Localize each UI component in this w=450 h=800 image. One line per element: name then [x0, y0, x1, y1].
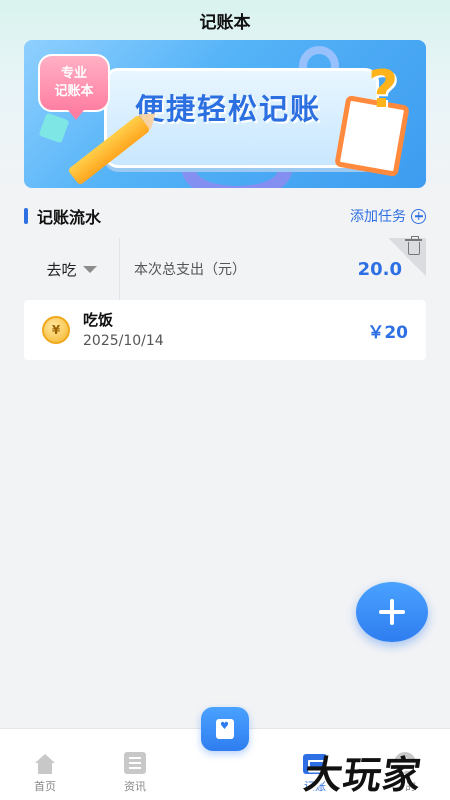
banner-badge-line1: 专业	[60, 66, 87, 81]
page-title: 记账本	[199, 12, 251, 33]
category-value: 去吃	[46, 260, 77, 279]
dropdown-arrow-icon	[82, 265, 97, 273]
yen-coin-icon: ¥	[42, 316, 70, 344]
section-title: 记账流水	[37, 208, 102, 227]
record-date: 2025/10/14	[83, 332, 164, 349]
section-header: 记账流水 添加任务	[24, 204, 426, 228]
question-mark-icon: ?	[368, 60, 399, 120]
delete-button[interactable]	[388, 236, 426, 276]
news-icon	[124, 752, 146, 774]
tab-notebook[interactable]	[180, 707, 270, 800]
watermark: 大玩家	[301, 752, 425, 797]
section-accent-bar	[24, 208, 28, 224]
banner-badge: 专业 记账本	[38, 54, 110, 120]
plus-icon	[379, 599, 405, 625]
record-amount: ￥20	[367, 322, 408, 343]
record-name: 吃饭	[83, 310, 114, 329]
notebook-icon	[216, 719, 234, 739]
total-info: 本次总支出（元） 20.0	[120, 236, 426, 300]
add-record-button[interactable]	[356, 582, 428, 642]
home-icon	[34, 754, 56, 774]
notebook-button[interactable]	[201, 707, 249, 751]
total-label: 本次总支出（元）	[134, 262, 246, 278]
banner-badge-line2: 记账本	[54, 84, 94, 99]
list-item[interactable]: ¥ 吃饭 2025/10/14 ￥20	[24, 300, 426, 360]
plus-circle-icon	[411, 208, 426, 224]
add-task-button[interactable]: 添加任务	[350, 206, 426, 226]
cube-decoration	[38, 112, 70, 144]
promo-banner[interactable]: 便捷轻松记账 专业 记账本 ?	[24, 40, 426, 188]
tab-home-label: 首页	[34, 780, 56, 793]
trash-icon	[405, 236, 422, 255]
tab-news[interactable]: 资讯	[90, 729, 180, 800]
category-dropdown[interactable]: 去吃	[24, 238, 120, 300]
expense-summary: 去吃 本次总支出（元） 20.0	[24, 236, 426, 300]
tab-home[interactable]: 首页	[0, 729, 90, 800]
tab-news-label: 资讯	[124, 780, 146, 793]
add-task-label: 添加任务	[350, 209, 406, 225]
